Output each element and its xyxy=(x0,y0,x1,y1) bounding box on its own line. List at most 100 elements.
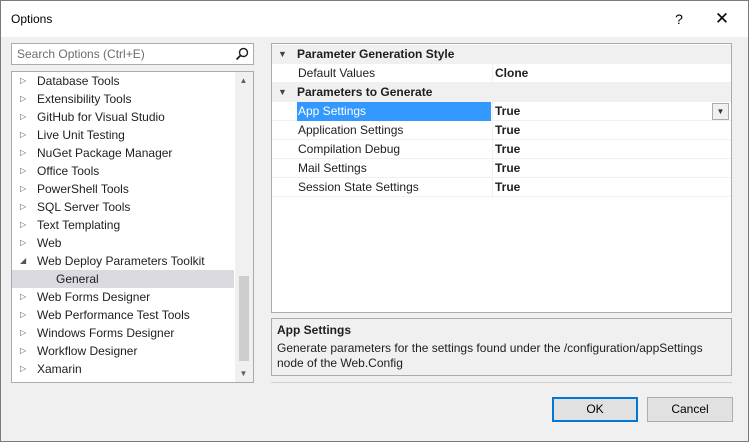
property-value[interactable]: True xyxy=(495,102,520,121)
tree-item-label: Xamarin xyxy=(37,362,82,376)
tree-item[interactable]: ▷ NuGet Package Manager xyxy=(12,144,234,162)
tree-item-label: Web Forms Designer xyxy=(37,290,151,304)
tree-item[interactable]: ▷ Office Tools xyxy=(12,162,234,180)
collapsed-arrow-icon[interactable]: ▷ xyxy=(20,90,30,108)
column-separator xyxy=(492,64,493,83)
collapsed-arrow-icon[interactable]: ▷ xyxy=(20,162,30,180)
category-collapse-icon[interactable]: ▼ xyxy=(278,45,287,64)
tree-item-label: NuGet Package Manager xyxy=(37,146,173,160)
options-navigation: ▷ Database Tools ▷ Extensibility Tools ▷ GitH… xyxy=(11,43,254,383)
tree-item-label: SQL Server Tools xyxy=(37,200,131,214)
tree-item[interactable]: ▷ SQL Server Tools xyxy=(12,198,234,216)
search-input[interactable] xyxy=(12,44,232,64)
tree-item-label: PowerShell Tools xyxy=(37,182,129,196)
grid-property-row[interactable]: Mail Settings True xyxy=(272,159,731,178)
column-separator xyxy=(492,102,493,121)
divider xyxy=(271,382,732,383)
dropdown-arrow-icon[interactable]: ▼ xyxy=(712,103,729,120)
collapsed-arrow-icon[interactable]: ▷ xyxy=(20,360,30,378)
property-value[interactable]: True xyxy=(495,159,520,178)
tree-item-label: Extensibility Tools xyxy=(37,92,132,106)
tree-item-label: Workflow Designer xyxy=(37,344,138,358)
grid-property-row[interactable]: Compilation Debug True xyxy=(272,140,731,159)
window-title: Options xyxy=(11,12,53,26)
property-value[interactable]: True xyxy=(495,121,520,140)
property-name[interactable]: Session State Settings xyxy=(297,178,491,197)
tree-item[interactable]: General xyxy=(12,270,234,288)
collapsed-arrow-icon[interactable]: ▷ xyxy=(20,216,30,234)
tree-item[interactable]: ▷ Web xyxy=(12,234,234,252)
tree-item-label: Windows Forms Designer xyxy=(37,326,175,340)
column-separator xyxy=(492,178,493,197)
property-name[interactable]: App Settings xyxy=(297,102,491,121)
tree-item-label: GitHub for Visual Studio xyxy=(37,110,165,124)
property-name[interactable]: Default Values xyxy=(297,64,491,83)
property-value[interactable]: Clone xyxy=(495,64,528,83)
grid-property-row[interactable]: Session State Settings True xyxy=(272,178,731,197)
tree-item[interactable]: ▷ Live Unit Testing xyxy=(12,126,234,144)
collapsed-arrow-icon[interactable]: ▷ xyxy=(20,108,30,126)
tree-item-label: Web Performance Test Tools xyxy=(37,308,190,322)
grid-category-label: Parameter Generation Style xyxy=(297,47,455,61)
tree-item-label: Database Tools xyxy=(37,74,120,88)
collapsed-arrow-icon[interactable]: ▷ xyxy=(20,198,30,216)
tree-item-label: Text Templating xyxy=(37,218,121,232)
tree-item[interactable]: ▷ Xamarin xyxy=(12,360,234,378)
expanded-arrow-icon[interactable]: ◢ xyxy=(20,252,30,270)
scroll-up-arrow-icon[interactable]: ▲ xyxy=(235,72,252,89)
category-collapse-icon[interactable]: ▼ xyxy=(278,83,287,102)
tree-item-label: Live Unit Testing xyxy=(37,128,125,142)
column-separator xyxy=(492,159,493,178)
grid-category-label: Parameters to Generate xyxy=(297,85,433,99)
property-name[interactable]: Compilation Debug xyxy=(297,140,491,159)
tree-scrollbar[interactable]: ▲ ▼ xyxy=(235,72,253,382)
grid-property-row[interactable]: App Settings True ▼ xyxy=(272,102,731,121)
help-button[interactable]: ? xyxy=(665,5,693,33)
grid-property-row[interactable]: Default Values Clone xyxy=(272,64,731,83)
search-box xyxy=(11,43,254,65)
tree-item[interactable]: ▷ Web Forms Designer xyxy=(12,288,234,306)
scroll-thumb[interactable] xyxy=(239,276,249,361)
ok-button[interactable]: OK xyxy=(552,397,638,422)
collapsed-arrow-icon[interactable]: ▷ xyxy=(20,342,30,360)
grid-category-row[interactable]: ▼ Parameter Generation Style xyxy=(272,45,731,64)
collapsed-arrow-icon[interactable]: ▷ xyxy=(20,144,30,162)
tree-item[interactable]: ▷ GitHub for Visual Studio xyxy=(12,108,234,126)
collapsed-arrow-icon[interactable]: ▷ xyxy=(20,234,30,252)
property-value[interactable]: True xyxy=(495,140,520,159)
tree-item[interactable]: ◢ Web Deploy Parameters Toolkit xyxy=(12,252,234,270)
tree-item-label: Web xyxy=(37,236,62,250)
property-value[interactable]: True xyxy=(495,178,520,197)
tree-item[interactable]: ▷ Windows Forms Designer xyxy=(12,324,234,342)
property-name[interactable]: Application Settings xyxy=(297,121,491,140)
tree-list: ▷ Database Tools ▷ Extensibility Tools ▷ GitH… xyxy=(12,72,234,378)
grid-category-row[interactable]: ▼ Parameters to Generate xyxy=(272,83,731,102)
tree-item[interactable]: ▷ Web Performance Test Tools xyxy=(12,306,234,324)
cancel-button[interactable]: Cancel xyxy=(647,397,733,422)
column-separator xyxy=(492,121,493,140)
collapsed-arrow-icon[interactable]: ▷ xyxy=(20,180,30,198)
collapsed-arrow-icon[interactable]: ▷ xyxy=(20,126,30,144)
collapsed-arrow-icon[interactable]: ▷ xyxy=(20,324,30,342)
description-line-1: Generate parameters for the settings fou… xyxy=(277,341,703,355)
tree-item[interactable]: ▷ Text Templating xyxy=(12,216,234,234)
options-tree: ▷ Database Tools ▷ Extensibility Tools ▷ GitH… xyxy=(11,71,254,383)
tree-item[interactable]: ▷ Workflow Designer xyxy=(12,342,234,360)
tree-item[interactable]: ▷ PowerShell Tools xyxy=(12,180,234,198)
description-text: Generate parameters for the settings fou… xyxy=(277,341,726,371)
tree-item-label: Web Deploy Parameters Toolkit xyxy=(37,254,205,268)
collapsed-arrow-icon[interactable]: ▷ xyxy=(20,306,30,324)
options-dialog: Options ? ✕ ▷ Database Tools ▷ Extensibilit… xyxy=(0,0,749,442)
property-name[interactable]: Mail Settings xyxy=(297,159,491,178)
description-pane: App Settings Generate parameters for the… xyxy=(271,318,732,376)
grid-property-row[interactable]: Application Settings True xyxy=(272,121,731,140)
tree-item-label: General xyxy=(56,272,99,286)
collapsed-arrow-icon[interactable]: ▷ xyxy=(20,288,30,306)
close-button[interactable]: ✕ xyxy=(701,5,743,33)
tree-item-label: Office Tools xyxy=(37,164,100,178)
tree-item[interactable]: ▷ Database Tools xyxy=(12,72,234,90)
collapsed-arrow-icon[interactable]: ▷ xyxy=(20,72,30,90)
search-icon[interactable] xyxy=(234,46,250,62)
tree-item[interactable]: ▷ Extensibility Tools xyxy=(12,90,234,108)
scroll-down-arrow-icon[interactable]: ▼ xyxy=(235,365,252,382)
